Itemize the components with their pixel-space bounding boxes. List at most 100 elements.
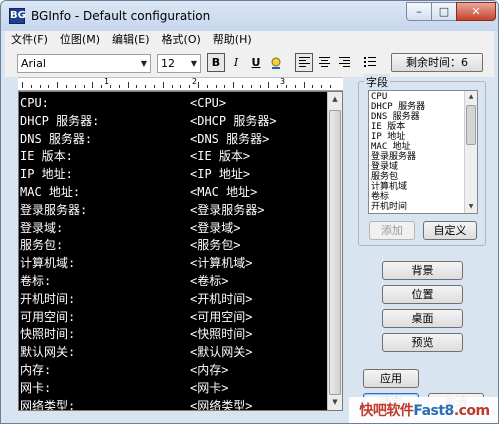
list-item[interactable]: 登录域 [371, 162, 398, 172]
align-right-button[interactable] [335, 53, 353, 72]
scroll-down-icon[interactable]: ▼ [328, 395, 342, 410]
field-list[interactable]: CPU DHCP 服务器 DNS 服务器 IE 版本 IP 地址 MAC 地址 登录服务器登… [368, 90, 478, 214]
scroll-down-icon[interactable]: ▼ [465, 201, 477, 213]
editor-row: 快照时间: <快照时间> [19, 325, 329, 343]
ruler-tick [206, 85, 208, 88]
editor-row: 内存: <内存> [19, 361, 329, 379]
ruler-tick [22, 82, 23, 88]
scroll-thumb[interactable] [329, 110, 341, 395]
menu-edit[interactable]: 编辑(E) [106, 31, 156, 49]
font-color-button[interactable] [267, 53, 285, 72]
bold-button[interactable]: B [207, 53, 225, 72]
align-center-button[interactable] [315, 53, 333, 72]
field-token: <网卡> [190, 380, 229, 395]
list-item[interactable]: 登录服务器 [371, 152, 416, 162]
scroll-up-icon[interactable]: ▲ [465, 91, 477, 103]
list-item[interactable]: DNS 服务器 [371, 112, 420, 122]
desktop-button[interactable]: 桌面 [382, 309, 463, 328]
field-label: 网络类型: [20, 398, 76, 411]
window-title: BGInfo - Default configuration [31, 9, 211, 23]
preview-button[interactable]: 预览 [382, 333, 463, 352]
ruler-tick [39, 85, 41, 88]
list-item[interactable]: IP 地址 [371, 132, 405, 142]
ruler-tick [118, 85, 120, 88]
align-left-icon [298, 57, 310, 67]
italic-button[interactable]: I [227, 53, 245, 72]
field-token: <开机时间> [190, 291, 253, 306]
field-label: 可用空间: [20, 309, 76, 324]
ruler-tick [30, 85, 32, 88]
ruler-tick [242, 85, 243, 88]
ruler-tick [74, 85, 76, 88]
font-family-select[interactable]: Arial ▼ [17, 54, 151, 73]
ruler-tick [136, 85, 138, 88]
scroll-up-icon[interactable]: ▲ [328, 92, 342, 107]
position-button[interactable]: 位置 [382, 285, 463, 304]
font-size-value: 12 [161, 57, 175, 70]
field-list-scrollbar[interactable]: ▲ ▼ [464, 91, 477, 213]
minimize-button[interactable]: – [406, 2, 432, 21]
list-item[interactable]: 开机时间 [371, 202, 407, 212]
align-center-icon [318, 57, 330, 67]
scroll-thumb[interactable] [466, 105, 476, 145]
maximize-button[interactable]: □ [431, 2, 457, 21]
editor-scrollbar[interactable]: ▲ ▼ [327, 92, 342, 410]
editor-row: DNS 服务器: <DNS 服务器> [19, 130, 329, 148]
field-token: <登录域> [190, 220, 241, 235]
list-item[interactable]: 计算机域 [371, 182, 407, 192]
ruler-tick [66, 85, 67, 88]
ruler-tick [303, 82, 305, 88]
list-item[interactable]: CPU [371, 92, 387, 102]
close-button[interactable]: ✕ [456, 2, 496, 21]
font-size-select[interactable]: 12 ▼ [157, 54, 201, 73]
add-field-button[interactable]: 添加 [369, 221, 415, 240]
field-token: <DHCP 服务器> [190, 113, 277, 128]
list-item[interactable]: DHCP 服务器 [371, 102, 425, 112]
apply-button[interactable]: 应用 [363, 369, 419, 388]
custom-field-button[interactable]: 自定义 [423, 221, 477, 240]
ruler-tick [145, 85, 147, 88]
editor-row: 网卡: <网卡> [19, 379, 329, 397]
editor-row: IE 版本: <IE 版本> [19, 147, 329, 165]
watermark-text: 快吧软件 [359, 403, 414, 419]
font-color-icon [271, 57, 281, 69]
field-token: <网络类型> [190, 398, 253, 411]
list-item[interactable]: IE 版本 [371, 122, 405, 132]
field-label: MAC 地址: [20, 185, 81, 199]
field-token: <可用空间> [190, 309, 253, 324]
field-token: <计算机域> [190, 256, 253, 271]
underline-button[interactable]: U [247, 53, 265, 72]
info-editor[interactable]: CPU: <CPU> DHCP 服务器: <DHCP 服务器> DNS 服务器: <DNS… [18, 91, 343, 411]
menu-help[interactable]: 帮助(H) [207, 31, 258, 49]
list-item[interactable]: 服务包 [371, 172, 398, 182]
field-token: <默认网关> [190, 345, 253, 360]
title-bar[interactable]: BG BGInfo - Default configuration – □ ✕ [1, 1, 498, 31]
field-label: 网卡: [20, 380, 52, 395]
chevron-down-icon: ▼ [140, 59, 147, 68]
remaining-time-button[interactable]: 剩余时间：6 [391, 53, 483, 72]
menu-bitmap[interactable]: 位图(M) [54, 31, 106, 49]
field-label: 服务包: [20, 238, 64, 253]
menu-format[interactable]: 格式(O) [156, 31, 207, 49]
ruler-tick [268, 82, 270, 88]
field-token: <登录服务器> [190, 202, 265, 217]
ruler-tick [233, 82, 235, 88]
editor-row: 登录服务器: <登录服务器> [19, 201, 329, 219]
list-item[interactable]: 卷标 [371, 192, 389, 202]
list-item[interactable]: MAC 地址 [371, 142, 411, 152]
field-token: <IP 地址> [190, 167, 251, 182]
field-token: <IE 版本> [190, 149, 251, 164]
ruler-tick [154, 85, 155, 88]
bullet-list-button[interactable] [361, 53, 379, 72]
ruler: 1 2 3 [18, 77, 343, 91]
ruler-tick [224, 85, 226, 88]
field-token: <内存> [190, 363, 229, 377]
bullet-list-icon [364, 57, 376, 67]
align-left-button[interactable] [295, 53, 313, 72]
ruler-tick [294, 85, 296, 88]
editor-row: 计算机域: <计算机域> [19, 254, 329, 272]
background-button[interactable]: 背景 [382, 261, 463, 280]
menu-file[interactable]: 文件(F) [5, 31, 54, 49]
align-right-icon [338, 57, 350, 67]
editor-row: MAC 地址: <MAC 地址> [19, 183, 329, 201]
